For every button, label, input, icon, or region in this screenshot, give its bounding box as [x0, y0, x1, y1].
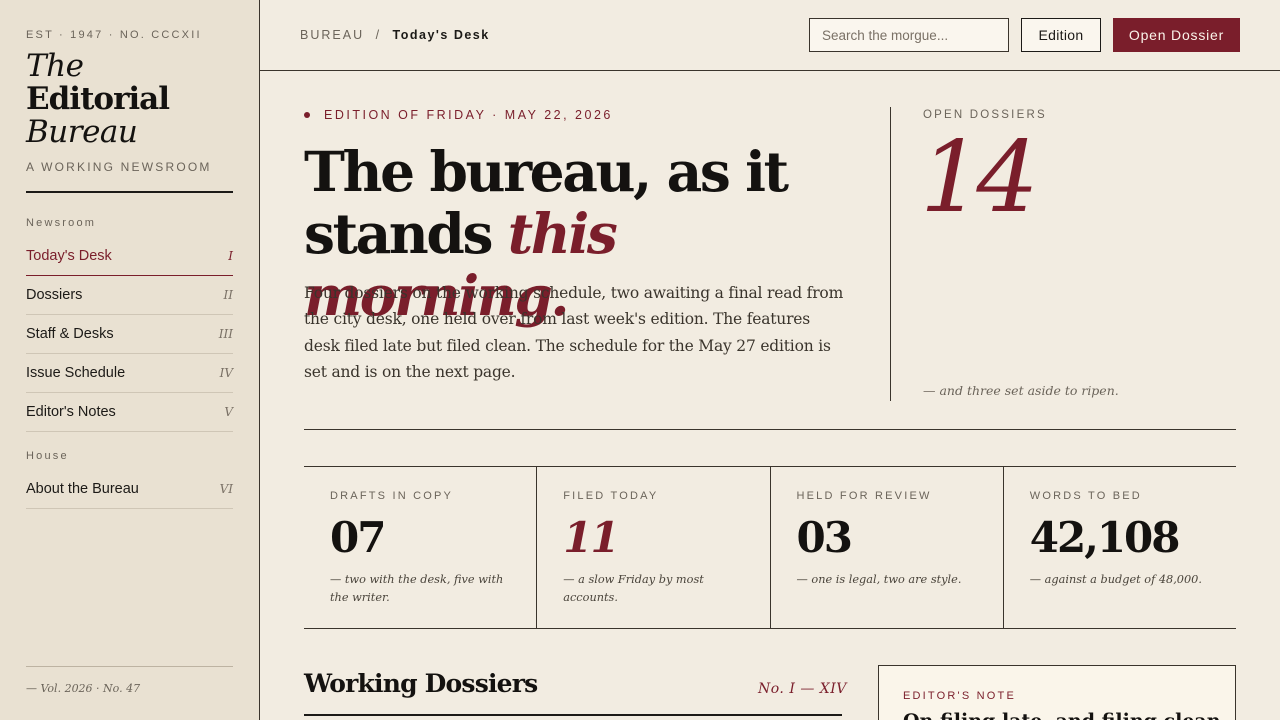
stat-note: — two with the desk, five with the write… [330, 573, 504, 604]
sidebar-item-label: Editor's Notes [26, 404, 116, 420]
topbar: BUREAU / Today's Desk Edition Open Dossi… [260, 0, 1280, 71]
sidebar-item-dossiers[interactable]: Dossiers II [26, 276, 233, 315]
vertical-divider [890, 107, 891, 401]
stat-label: FILED TODAY [563, 490, 659, 502]
stat-label: DRAFTS IN COPY [330, 490, 454, 502]
volume-footer: — Vol. 2026 · No. 47 [26, 682, 141, 695]
sidebar-divider [26, 191, 233, 193]
edition-kicker-text: EDITION OF FRIDAY · MAY 22, 2026 [324, 108, 613, 122]
stat-note: — a slow Friday by most accounts. [563, 573, 704, 604]
edition-kicker: EDITION OF FRIDAY · MAY 22, 2026 [304, 108, 613, 122]
nav-section-title: House [26, 450, 69, 462]
sidebar: EST · 1947 · NO. CCCXII The Editorial Bu… [0, 0, 260, 720]
stat-value: 07 [330, 513, 386, 562]
stat-held-for-review[interactable]: HELD FOR REVIEW 03 — one is legal, two a… [771, 467, 1004, 628]
bullet-dot-icon [304, 112, 310, 118]
stat-note: — against a budget of 48,000. [1029, 573, 1202, 586]
open-dossiers-label: OPEN DOSSIERS [923, 109, 1047, 121]
stat-drafts-in-copy[interactable]: DRAFTS IN COPY 07 — two with the desk, f… [304, 467, 538, 628]
sidebar-item-numeral: III [218, 327, 233, 341]
breadcrumb-root[interactable]: BUREAU [300, 28, 364, 42]
stat-value: 03 [796, 513, 853, 562]
section-divider [304, 429, 1236, 430]
sidebar-item-numeral: VI [219, 482, 233, 496]
logo-line-2: Editorial [26, 81, 170, 117]
breadcrumb-current: Today's Desk [392, 28, 490, 42]
main-content: EDITION OF FRIDAY · MAY 22, 2026 The bur… [260, 71, 1280, 720]
sidebar-item-label: Today's Desk [26, 248, 112, 264]
edition-button[interactable]: Edition [1021, 18, 1101, 52]
editors-note-title: On filing late, and filing clean [903, 710, 1221, 720]
editors-note-card[interactable]: EDITOR'S NOTE On filing late, and filing… [878, 665, 1236, 720]
breadcrumb-separator: / [375, 28, 382, 42]
sidebar-item-label: About the Bureau [26, 481, 139, 497]
sidebar-item-label: Issue Schedule [26, 365, 126, 381]
stat-value: 42,108 [1029, 513, 1181, 562]
logo-line-1: The [26, 48, 84, 84]
sidebar-item-editors-notes[interactable]: Editor's Notes V [26, 393, 233, 432]
nav-section-title: Newsroom [26, 217, 97, 229]
stat-label: WORDS TO BED [1029, 490, 1142, 502]
editors-note-label: EDITOR'S NOTE [903, 690, 1017, 702]
working-dossiers-divider [304, 714, 842, 716]
open-dossiers-note: — and three set aside to ripen. [923, 383, 1119, 398]
lede-paragraph: Four dossiers on the working schedule, t… [304, 284, 844, 382]
stat-label: HELD FOR REVIEW [796, 490, 932, 502]
stat-value: 11 [563, 513, 619, 562]
working-dossiers-heading: Working Dossiers [304, 669, 538, 698]
search-input[interactable] [809, 18, 1009, 52]
sidebar-item-numeral: I [228, 249, 233, 263]
stat-words-to-bed[interactable]: WORDS TO BED 42,108 — against a budget o… [1004, 467, 1236, 628]
establishment-line: EST · 1947 · NO. CCCXII [26, 29, 202, 41]
tagline: A WORKING NEWSROOM [26, 160, 212, 174]
sidebar-item-label: Dossiers [26, 287, 83, 303]
sidebar-item-staff-desks[interactable]: Staff & Desks III [26, 315, 233, 354]
working-dossiers-range: No. I — XIV [758, 681, 847, 697]
open-dossier-button[interactable]: Open Dossier [1113, 18, 1240, 52]
sidebar-item-label: Staff & Desks [26, 326, 114, 342]
breadcrumb: BUREAU / Today's Desk [300, 28, 490, 42]
sidebar-item-numeral: V [224, 405, 233, 419]
stats-strip: DRAFTS IN COPY 07 — two with the desk, f… [304, 466, 1236, 629]
sidebar-item-todays-desk[interactable]: Today's Desk I [26, 237, 233, 276]
sidebar-item-about[interactable]: About the Bureau VI [26, 470, 233, 509]
logo[interactable]: The Editorial Bureau [26, 48, 170, 150]
logo-line-3: Bureau [26, 114, 138, 150]
sidebar-item-numeral: IV [219, 366, 233, 380]
stat-filed-today[interactable]: FILED TODAY 11 — a slow Friday by most a… [537, 467, 771, 628]
nav-house: About the Bureau VI [26, 470, 233, 509]
sidebar-item-issue-schedule[interactable]: Issue Schedule IV [26, 354, 233, 393]
sidebar-footer-divider [26, 666, 233, 667]
nav-newsroom: Today's Desk I Dossiers II Staff & Desks… [26, 237, 233, 432]
open-dossiers-count[interactable]: 14 [920, 123, 1039, 233]
sidebar-item-numeral: II [223, 288, 233, 302]
stat-note: — one is legal, two are style. [796, 573, 962, 586]
